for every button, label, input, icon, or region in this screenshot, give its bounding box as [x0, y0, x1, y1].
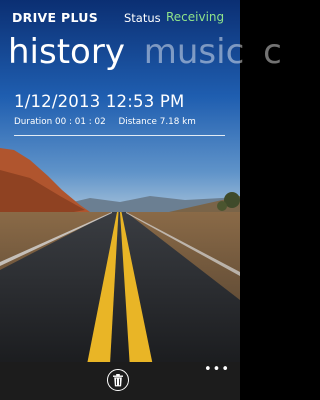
history-record[interactable]: 1/12/2013 12:53 PM Duration 00 : 01 : 02…	[14, 92, 228, 136]
status-value: Receiving	[166, 10, 225, 24]
record-divider	[14, 135, 225, 136]
tab-next[interactable]: c	[263, 30, 282, 74]
pivot-tabs: history music c	[8, 30, 290, 74]
delete-button[interactable]	[107, 369, 129, 391]
more-options-button[interactable]: •••	[204, 363, 230, 376]
trash-icon	[113, 373, 123, 386]
tab-history[interactable]: history	[8, 30, 125, 74]
tab-music[interactable]: music	[144, 30, 245, 74]
app-bar: •••	[0, 362, 240, 400]
record-duration: Duration 00 : 01 : 02	[14, 117, 106, 127]
app-title: DRIVE PLUS	[12, 10, 99, 25]
record-meta: Duration 00 : 01 : 02 Distance 7.18 km	[14, 117, 228, 127]
status-label: Status	[124, 11, 161, 25]
record-distance: Distance 7.18 km	[118, 117, 196, 127]
record-datetime: 1/12/2013 12:53 PM	[14, 92, 185, 111]
